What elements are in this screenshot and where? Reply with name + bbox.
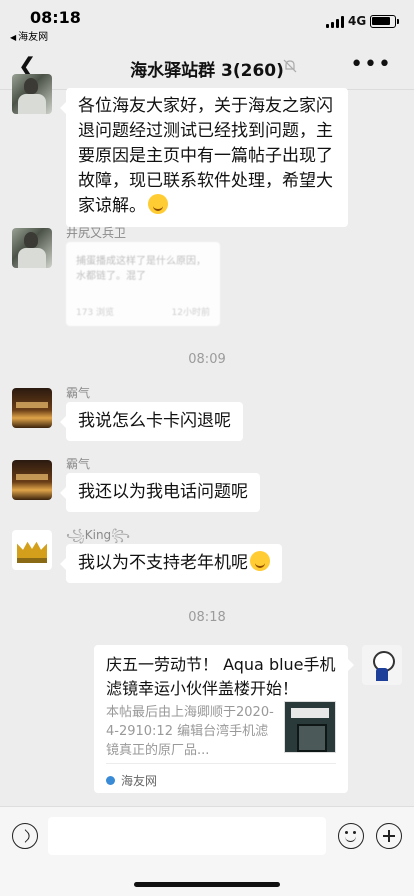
message-bubble[interactable]: 我说怎么卡卡闪退呢 <box>60 402 243 441</box>
source-logo-icon <box>106 776 115 785</box>
network-type: 4G <box>348 14 367 28</box>
divider <box>106 763 336 764</box>
more-dots-icon[interactable]: ••• <box>350 52 392 77</box>
back-app-label: 海友网 <box>18 32 49 43</box>
back-arrow-icon: ◀ <box>10 33 17 42</box>
back-to-app-link[interactable]: ◀ 海友网 <box>10 28 48 43</box>
sender-name: 井尻又兵卫 <box>66 226 127 240</box>
message-bubble[interactable]: 我以为不支持老年机呢 <box>60 544 282 583</box>
message-text: 各位海友大家好，关于海友之家闪退问题经过测试已经找到问题，主要原因是主页中有一篇… <box>78 96 333 216</box>
message-text: 我还以为我电话问题呢 <box>78 482 248 502</box>
link-card-thumbnail <box>284 701 336 753</box>
decoration-icon: ꧂ <box>111 528 130 542</box>
post-time: 12小时前 <box>171 308 210 318</box>
link-card[interactable]: 庆五一劳动节！ Aqua blue手机滤镜幸运小伙伴盖楼开始！ 本帖最后由上海卿… <box>94 645 354 793</box>
bell-slash-icon <box>283 59 297 73</box>
post-views: 173 浏览 <box>76 308 115 318</box>
laugh-cry-emoji-icon <box>250 551 270 571</box>
voice-icon[interactable] <box>12 823 38 849</box>
message-bubble[interactable]: 我还以为我电话问题呢 <box>60 473 260 512</box>
sender-name: 霸气 <box>66 386 91 400</box>
message-input[interactable] <box>48 817 326 855</box>
status-time: 08:18 <box>30 8 81 27</box>
chat-header: ❮ 海水驿站群 3(260) ••• <box>0 44 414 90</box>
my-avatar[interactable] <box>362 645 402 685</box>
avatar[interactable] <box>12 74 52 114</box>
battery-icon <box>370 15 399 28</box>
avatar[interactable] <box>12 228 52 268</box>
link-card-source-label: 海友网 <box>121 774 158 788</box>
decoration-icon: ꧁ <box>66 528 85 542</box>
post-preview-text: 捕蛋播成这样了是什么原因，水都链了。混了 <box>76 256 206 282</box>
emoji-icon[interactable] <box>338 823 364 849</box>
message-text: 我以为不支持老年机呢 <box>78 553 248 573</box>
shared-post-card[interactable]: 捕蛋播成这样了是什么原因，水都链了。混了 173 浏览 12小时前 <box>66 242 220 326</box>
link-card-title: 庆五一劳动节！ Aqua blue手机滤镜幸运小伙伴盖楼开始！ <box>106 655 336 698</box>
home-indicator[interactable] <box>134 882 280 887</box>
plus-icon[interactable] <box>376 823 402 849</box>
avatar[interactable] <box>12 530 52 570</box>
message-bubble[interactable]: 各位海友大家好，关于海友之家闪退问题经过测试已经找到问题，主要原因是主页中有一篇… <box>60 88 348 227</box>
link-card-description: 本帖最后由上海卿顺于2020-4-2910:12 编辑台湾手机滤镜真正的原厂品.… <box>106 705 274 758</box>
timestamp: 08:09 <box>188 352 226 367</box>
message-text: 我说怎么卡卡闪退呢 <box>78 411 231 431</box>
timestamp: 08:18 <box>188 610 226 625</box>
signal-icon <box>326 16 344 28</box>
avatar[interactable] <box>12 388 52 428</box>
avatar[interactable] <box>12 460 52 500</box>
status-bar: 08:18 ◀ 海友网 4G <box>0 0 414 44</box>
sender-name: King <box>84 528 112 542</box>
link-card-source: 海友网 <box>106 772 157 789</box>
sender-name: 霸气 <box>66 457 91 471</box>
smile-emoji-icon <box>148 194 168 214</box>
